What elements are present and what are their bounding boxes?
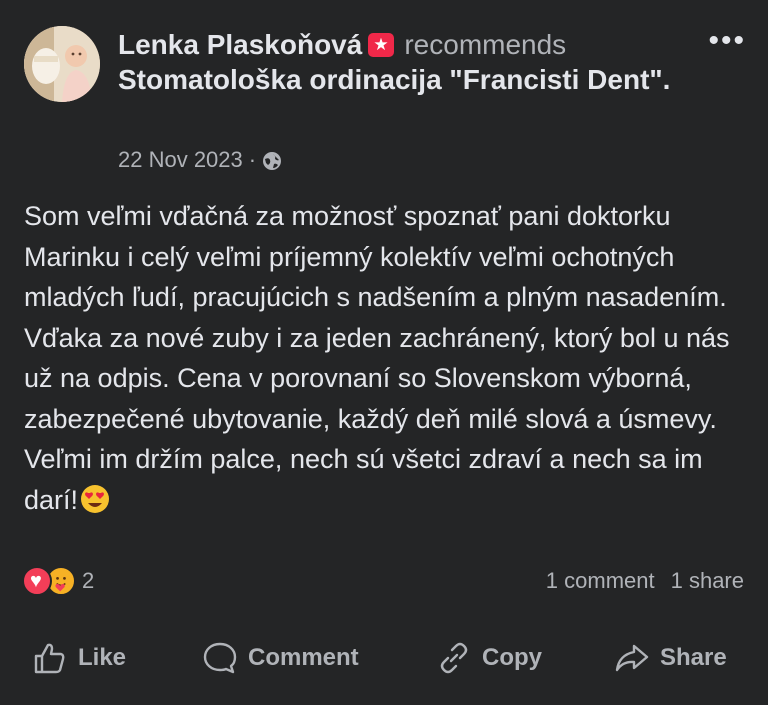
post-body: Som veľmi vďačná za možnosť spoznať pani… [24,196,754,520]
comment-count[interactable]: 1 comment [546,568,655,594]
recommends-text: recommends [404,29,567,60]
author-line: Lenka Plaskoňová recommends [118,28,678,62]
author-name[interactable]: Lenka Plaskoňová [118,29,362,60]
reaction-count: 2 [82,568,95,593]
share-count[interactable]: 1 share [671,568,744,594]
thumbs-up-icon [34,643,65,674]
page-name-link[interactable]: Stomatološka ordinacija "Francisti Dent"… [118,62,678,98]
more-options-button[interactable]: ••• [708,26,746,56]
reactions-summary[interactable]: 2 [22,566,94,596]
copy-button[interactable]: Copy [436,630,542,686]
link-icon [440,642,468,674]
love-reaction-icon [22,566,52,596]
recommendation-badge-icon [368,33,395,57]
avatar[interactable] [24,26,100,102]
heart-eyes-emoji-icon [80,484,110,514]
post-meta: 22 Nov 2023 · [118,146,282,174]
comment-label: Comment [248,644,359,671]
share-icon [615,644,649,672]
comment-icon [203,642,237,674]
action-bar: Like Comment Copy Share [0,630,768,686]
meta-separator: · [248,147,257,172]
like-label: Like [78,644,127,671]
post-header: Lenka Plaskoňová recommends Stomatološka … [118,28,678,98]
post-body-text: Som veľmi vďačná za možnosť spoznať pani… [24,201,730,515]
comment-button[interactable]: Comment [202,630,359,686]
copy-label: Copy [482,644,542,671]
share-button[interactable]: Share [614,630,727,686]
post-stats: 1 comment 1 share [546,568,744,594]
post-date[interactable]: 22 Nov 2023 [118,146,243,174]
like-button[interactable]: Like [32,630,126,686]
share-label: Share [660,644,727,671]
globe-icon [262,150,282,170]
